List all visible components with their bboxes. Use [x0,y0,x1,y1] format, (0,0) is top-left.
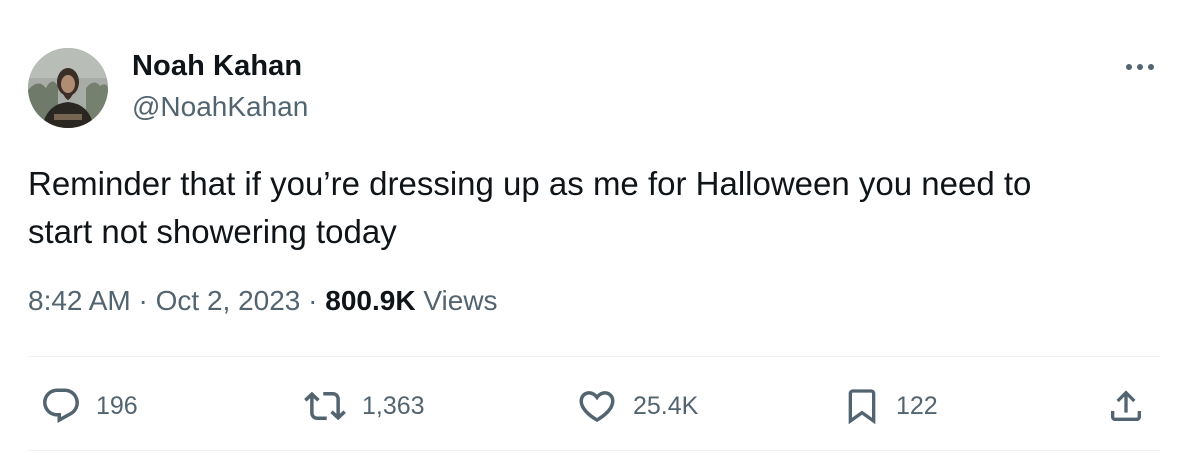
tweet-meta: 8:42 AM · Oct 2, 2023 · 800.9K Views [28,285,498,317]
tweet-text-line: Reminder that if you’re dressing up as m… [28,165,1032,202]
reply-icon [43,388,79,423]
share-button[interactable] [1106,384,1146,428]
more-button[interactable] [1120,54,1160,80]
divider [28,356,1160,357]
repost-icon [304,391,346,421]
reply-count: 196 [96,391,138,420]
avatar-photo [28,48,108,128]
like-button[interactable]: 25.4K [575,384,698,428]
like-count: 25.4K [633,391,699,420]
bookmark-button[interactable]: 122 [842,384,938,428]
tweet-text: Reminder that if you’re dressing up as m… [28,160,1138,256]
avatar[interactable] [28,48,108,128]
meta-separator: · [138,285,148,316]
author-name[interactable]: Noah Kahan [132,50,302,83]
bookmark-count: 122 [896,391,938,420]
more-icon [1126,64,1154,70]
repost-button[interactable]: 1,363 [302,384,425,428]
tweet-text-line: start not showering today [28,213,397,250]
views-label: Views [423,285,498,316]
repost-count: 1,363 [362,391,425,420]
heart-icon [579,391,615,423]
views-count: 800.9K [325,285,416,316]
share-icon [1111,390,1141,421]
reply-button[interactable]: 196 [40,384,138,428]
divider [28,450,1160,451]
author-handle[interactable]: @NoahKahan [132,91,308,123]
tweet-time[interactable]: 8:42 AM [28,285,131,316]
tweet-date[interactable]: Oct 2, 2023 [156,285,301,316]
meta-separator: · [308,285,318,316]
bookmark-icon [848,389,876,425]
